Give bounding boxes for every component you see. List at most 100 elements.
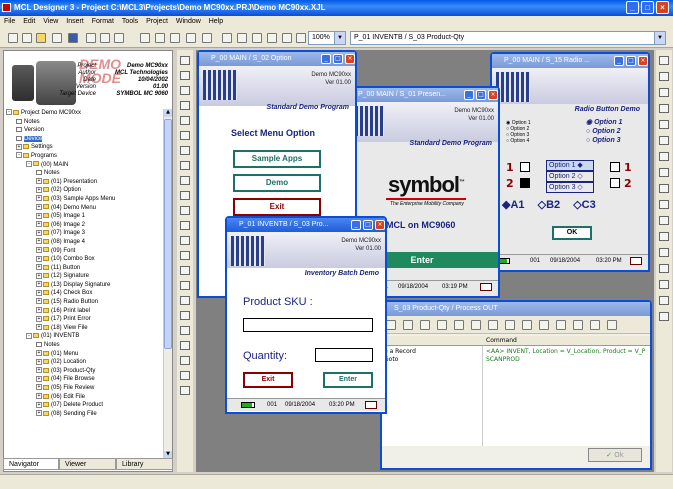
expand-icon[interactable]: + xyxy=(36,203,42,210)
redo-icon[interactable] xyxy=(202,33,212,43)
size-h-icon[interactable] xyxy=(659,200,669,209)
zoom-out-icon[interactable] xyxy=(296,33,306,43)
tab-navigator[interactable]: Navigator xyxy=(3,458,59,470)
scroll-icon[interactable] xyxy=(180,281,190,290)
window-maximize-button[interactable]: □ xyxy=(476,90,486,100)
tree-item[interactable]: + (09) Font xyxy=(4,246,164,256)
expand-icon[interactable]: + xyxy=(36,401,42,408)
tree-item[interactable]: + (05) File Review xyxy=(4,384,164,393)
signature-icon[interactable] xyxy=(180,206,190,215)
radio-window[interactable]: P_00 MAIN / S_15 Radio ... _ □ × Radio B… xyxy=(490,52,650,272)
window-minimize-button[interactable]: _ xyxy=(351,220,361,230)
tree-item[interactable]: + (07) Image 3 xyxy=(4,229,164,238)
tree-item[interactable]: + (08) Image 4 xyxy=(4,238,164,247)
expand-icon[interactable]: + xyxy=(36,221,42,228)
order-back-icon[interactable] xyxy=(659,232,669,241)
quantity-input[interactable] xyxy=(315,348,373,362)
expand-icon[interactable]: + xyxy=(36,393,42,400)
window-close-button[interactable]: × xyxy=(488,90,498,100)
grid-icon[interactable] xyxy=(180,251,190,260)
tree-item[interactable]: Version xyxy=(4,126,164,135)
line-icon[interactable] xyxy=(180,176,190,185)
image-icon[interactable] xyxy=(180,161,190,170)
align-right-icon[interactable] xyxy=(252,33,262,43)
menu-insert[interactable]: Insert xyxy=(66,18,84,25)
undo-icon[interactable] xyxy=(186,33,196,43)
copy-icon[interactable] xyxy=(155,33,165,43)
tree-item[interactable]: Notes xyxy=(4,341,164,350)
expand-icon[interactable]: + xyxy=(36,246,42,253)
expand-icon[interactable]: + xyxy=(36,307,42,314)
window-maximize-button[interactable]: □ xyxy=(333,54,343,64)
save-icon[interactable] xyxy=(68,33,78,43)
large-radio-group[interactable]: ◉ Option 1 ○ Option 2 ○ Option 3 xyxy=(586,118,622,145)
expand-icon[interactable]: + xyxy=(36,350,42,357)
tree-item[interactable]: - (00) MAIN xyxy=(4,160,164,170)
expand-icon[interactable]: + xyxy=(36,264,42,271)
choice-item[interactable]: Option 1 ◆ xyxy=(546,160,594,171)
new-icon[interactable] xyxy=(8,33,18,43)
radio-option[interactable]: ○ Option 4 xyxy=(506,138,531,144)
demo-button[interactable]: Demo xyxy=(233,174,321,192)
checkbox[interactable] xyxy=(520,178,530,188)
expand-icon[interactable]: + xyxy=(36,186,42,193)
tree-item[interactable]: - (01) INVENTB xyxy=(4,332,164,341)
close-button[interactable]: × xyxy=(656,1,669,14)
tree-item[interactable]: + (01) Menu xyxy=(4,350,164,359)
print-icon[interactable] xyxy=(86,33,96,43)
tree-item[interactable]: + (13) Display Signature xyxy=(4,281,164,290)
center-h-icon[interactable] xyxy=(659,120,669,129)
menu-format[interactable]: Format xyxy=(92,18,114,25)
status-icon[interactable] xyxy=(180,341,190,350)
tree-item[interactable]: + (02) Option xyxy=(4,186,164,195)
up-icon[interactable] xyxy=(454,320,464,330)
minimize-button[interactable]: _ xyxy=(626,1,639,14)
expand-icon[interactable]: + xyxy=(36,238,42,245)
radio-option[interactable]: ○ Option 2 xyxy=(586,127,622,136)
inventb-window[interactable]: P_01 INVENTB / S_03 Pro... _ □ × Demo MC… xyxy=(225,216,387,414)
tree-item[interactable]: + (04) File Browse xyxy=(4,375,164,384)
redo-icon[interactable] xyxy=(403,320,413,330)
collapse-icon[interactable]: - xyxy=(26,160,32,167)
tree-scrollbar[interactable]: ▲ ▼ xyxy=(163,109,172,459)
menu-project[interactable]: Project xyxy=(146,18,168,25)
properties-icon[interactable] xyxy=(659,312,669,321)
new-file-icon[interactable] xyxy=(22,33,32,43)
tree-item[interactable]: + (04) Demo Menu xyxy=(4,203,164,213)
open-folder-icon[interactable] xyxy=(52,33,62,43)
command-column-header[interactable]: Command xyxy=(486,336,517,346)
order-front-icon[interactable] xyxy=(659,216,669,225)
window-minimize-button[interactable]: _ xyxy=(464,90,474,100)
vline-icon[interactable] xyxy=(180,371,190,380)
ok-icon[interactable] xyxy=(180,311,190,320)
expand-icon[interactable]: + xyxy=(36,298,42,305)
list-icon[interactable] xyxy=(180,146,190,155)
tree-item[interactable]: + (17) Print Error xyxy=(4,315,164,324)
data-icon[interactable] xyxy=(573,320,583,330)
menu-window[interactable]: Window xyxy=(176,18,201,25)
chevron-down-icon[interactable]: ▼ xyxy=(334,32,345,44)
color-icon[interactable] xyxy=(556,320,566,330)
tree-item[interactable]: + (15) Radio Button xyxy=(4,298,164,307)
space-h-icon[interactable] xyxy=(659,152,669,161)
center-v-icon[interactable] xyxy=(659,136,669,145)
expand-icon[interactable]: + xyxy=(36,212,42,219)
print-preview-icon[interactable] xyxy=(100,33,110,43)
tree-item[interactable]: + (05) Image 1 xyxy=(4,212,164,221)
radio-option[interactable]: ◉ Option 1 xyxy=(586,118,622,127)
expand-icon[interactable]: + xyxy=(36,195,42,202)
expand-icon[interactable]: + xyxy=(36,410,42,417)
expand-icon[interactable]: + xyxy=(36,272,42,279)
paste-icon[interactable] xyxy=(170,33,180,43)
expand-icon[interactable]: + xyxy=(36,229,42,236)
align-left-icon[interactable] xyxy=(659,88,669,97)
tree-item[interactable]: + (14) Check Box xyxy=(4,289,164,298)
expand-icon[interactable]: + xyxy=(36,324,42,331)
zoom-combo[interactable]: 100% ▼ xyxy=(308,31,346,45)
barcode-icon[interactable] xyxy=(180,386,190,395)
expand-icon[interactable]: + xyxy=(36,178,42,185)
undo-icon[interactable] xyxy=(386,320,396,330)
radio-option[interactable]: ◆A1 xyxy=(502,199,525,211)
menu-help[interactable]: Help xyxy=(209,18,223,25)
expand-icon[interactable]: + xyxy=(36,367,42,374)
